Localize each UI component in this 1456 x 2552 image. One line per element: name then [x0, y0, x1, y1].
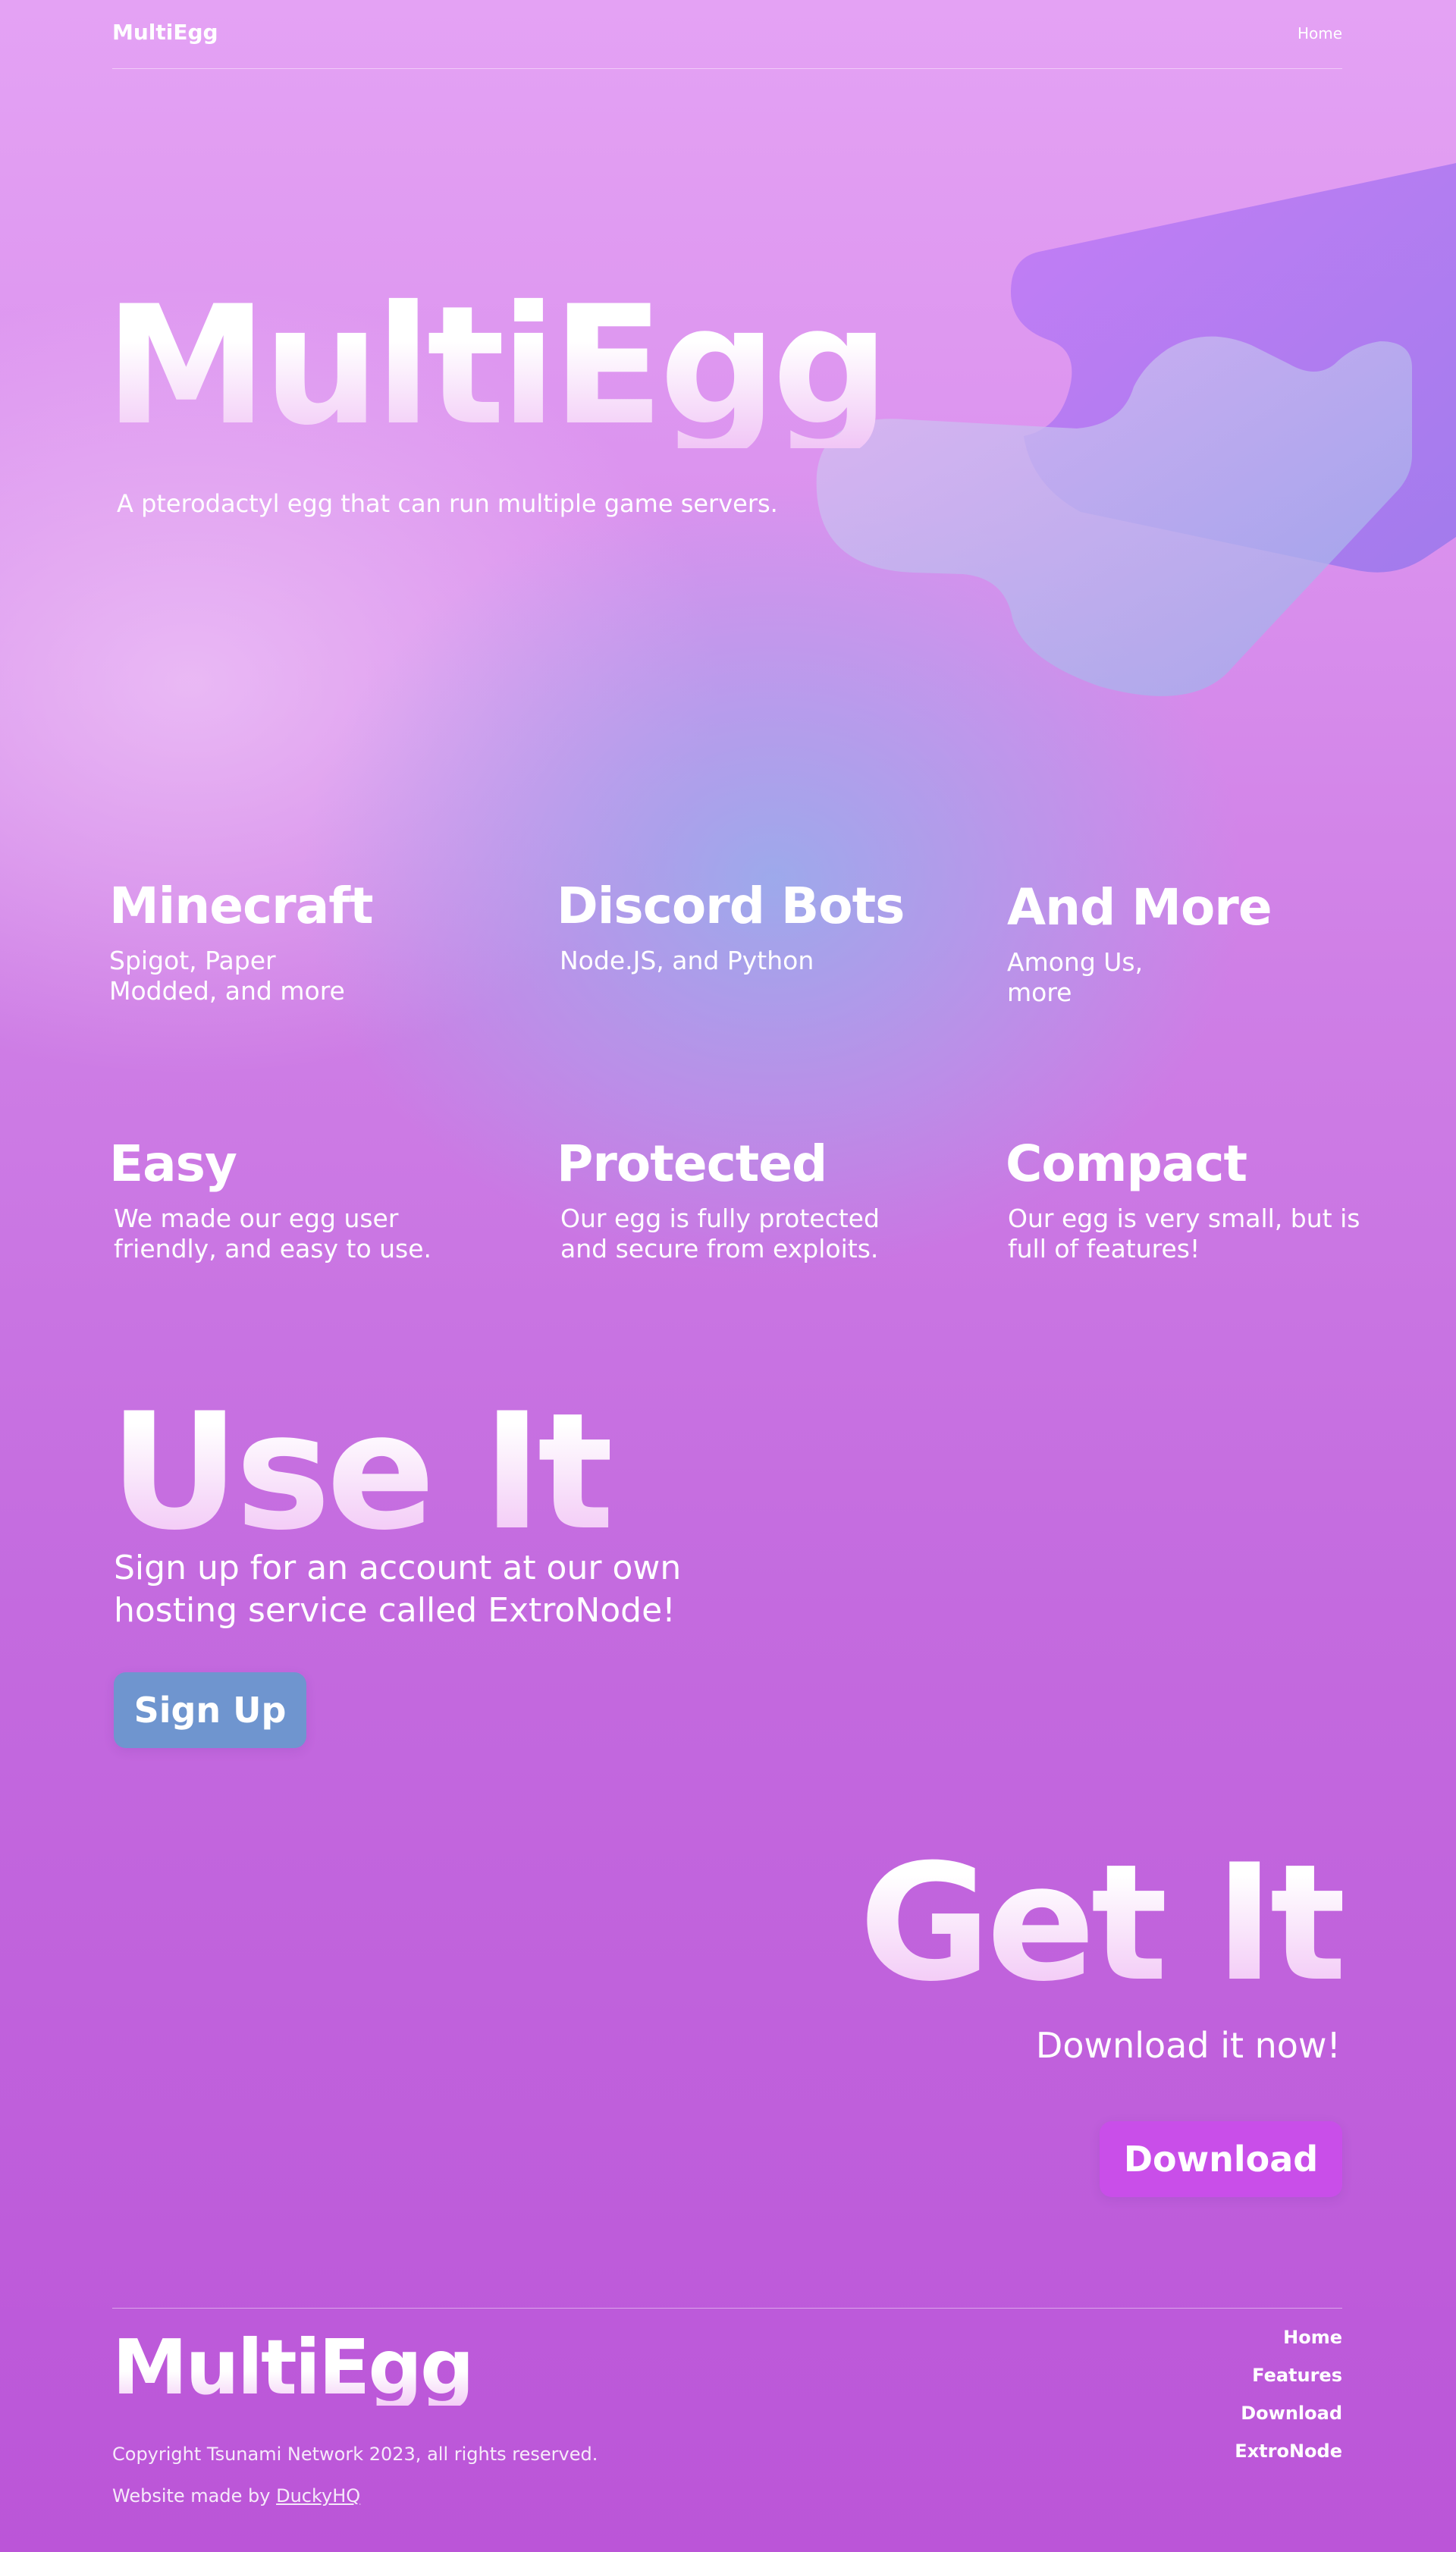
feature-title: Easy [109, 1135, 237, 1193]
support-title: Minecraft [109, 877, 374, 935]
support-title: Discord Bots [557, 877, 905, 935]
footer-link-extronode[interactable]: ExtroNode [1235, 2442, 1342, 2460]
footer-link-features[interactable]: Features [1235, 2366, 1342, 2384]
hero-title: MultiEgg [105, 271, 890, 461]
feature-description: Our egg is fully protected and secure fr… [560, 1204, 880, 1264]
footer-link-home[interactable]: Home [1235, 2328, 1342, 2346]
use-it-title: Use It [109, 1378, 614, 1565]
feature-card-easy: Easy We made our egg user friendly, and … [109, 1138, 488, 1264]
support-description: Spigot, Paper Modded, and more [109, 946, 345, 1006]
support-card-and-more: And More Among Us, more [1007, 881, 1386, 1008]
footer-brand: MultiEgg [112, 2323, 475, 2412]
support-title: And More [1007, 878, 1272, 937]
support-description: Node.JS, and Python [560, 946, 814, 976]
nav-divider [112, 68, 1342, 69]
get-it-title: Get It [858, 1829, 1347, 2017]
hero-subtitle: A pterodactyl egg that can run multiple … [117, 489, 778, 518]
nav-home-link[interactable]: Home [1298, 24, 1342, 42]
download-button[interactable]: Download [1100, 2121, 1342, 2197]
feature-description: We made our egg user friendly, and easy … [114, 1204, 432, 1264]
support-card-minecraft: Minecraft Spigot, Paper Modded, and more [109, 880, 488, 1006]
footer-credit-link[interactable]: DuckyHQ [276, 2485, 360, 2506]
footer-divider [112, 2308, 1342, 2309]
use-it-description: Sign up for an account at our own hostin… [114, 1549, 682, 1630]
footer-credit: Website made by DuckyHQ [112, 2485, 360, 2506]
support-card-discord-bots: Discord Bots Node.JS, and Python [557, 880, 936, 976]
footer-links: Home Features Download ExtroNode [1235, 2328, 1342, 2480]
footer-copyright: Copyright Tsunami Network 2023, all righ… [112, 2444, 598, 2465]
support-description: Among Us, more [1007, 947, 1144, 1008]
feature-card-protected: Protected Our egg is fully protected and… [557, 1138, 936, 1264]
feature-title: Protected [557, 1135, 827, 1193]
footer-credit-prefix: Website made by [112, 2485, 271, 2506]
feature-description: Our egg is very small, but is full of fe… [1008, 1204, 1360, 1264]
sign-up-button[interactable]: Sign Up [114, 1672, 306, 1748]
get-it-subtitle: Download it now! [1035, 2025, 1341, 2066]
feature-title: Compact [1006, 1135, 1247, 1193]
feature-card-compact: Compact Our egg is very small, but is fu… [1006, 1138, 1385, 1264]
nav-brand[interactable]: MultiEgg [112, 20, 218, 45]
footer-link-download[interactable]: Download [1235, 2404, 1342, 2422]
